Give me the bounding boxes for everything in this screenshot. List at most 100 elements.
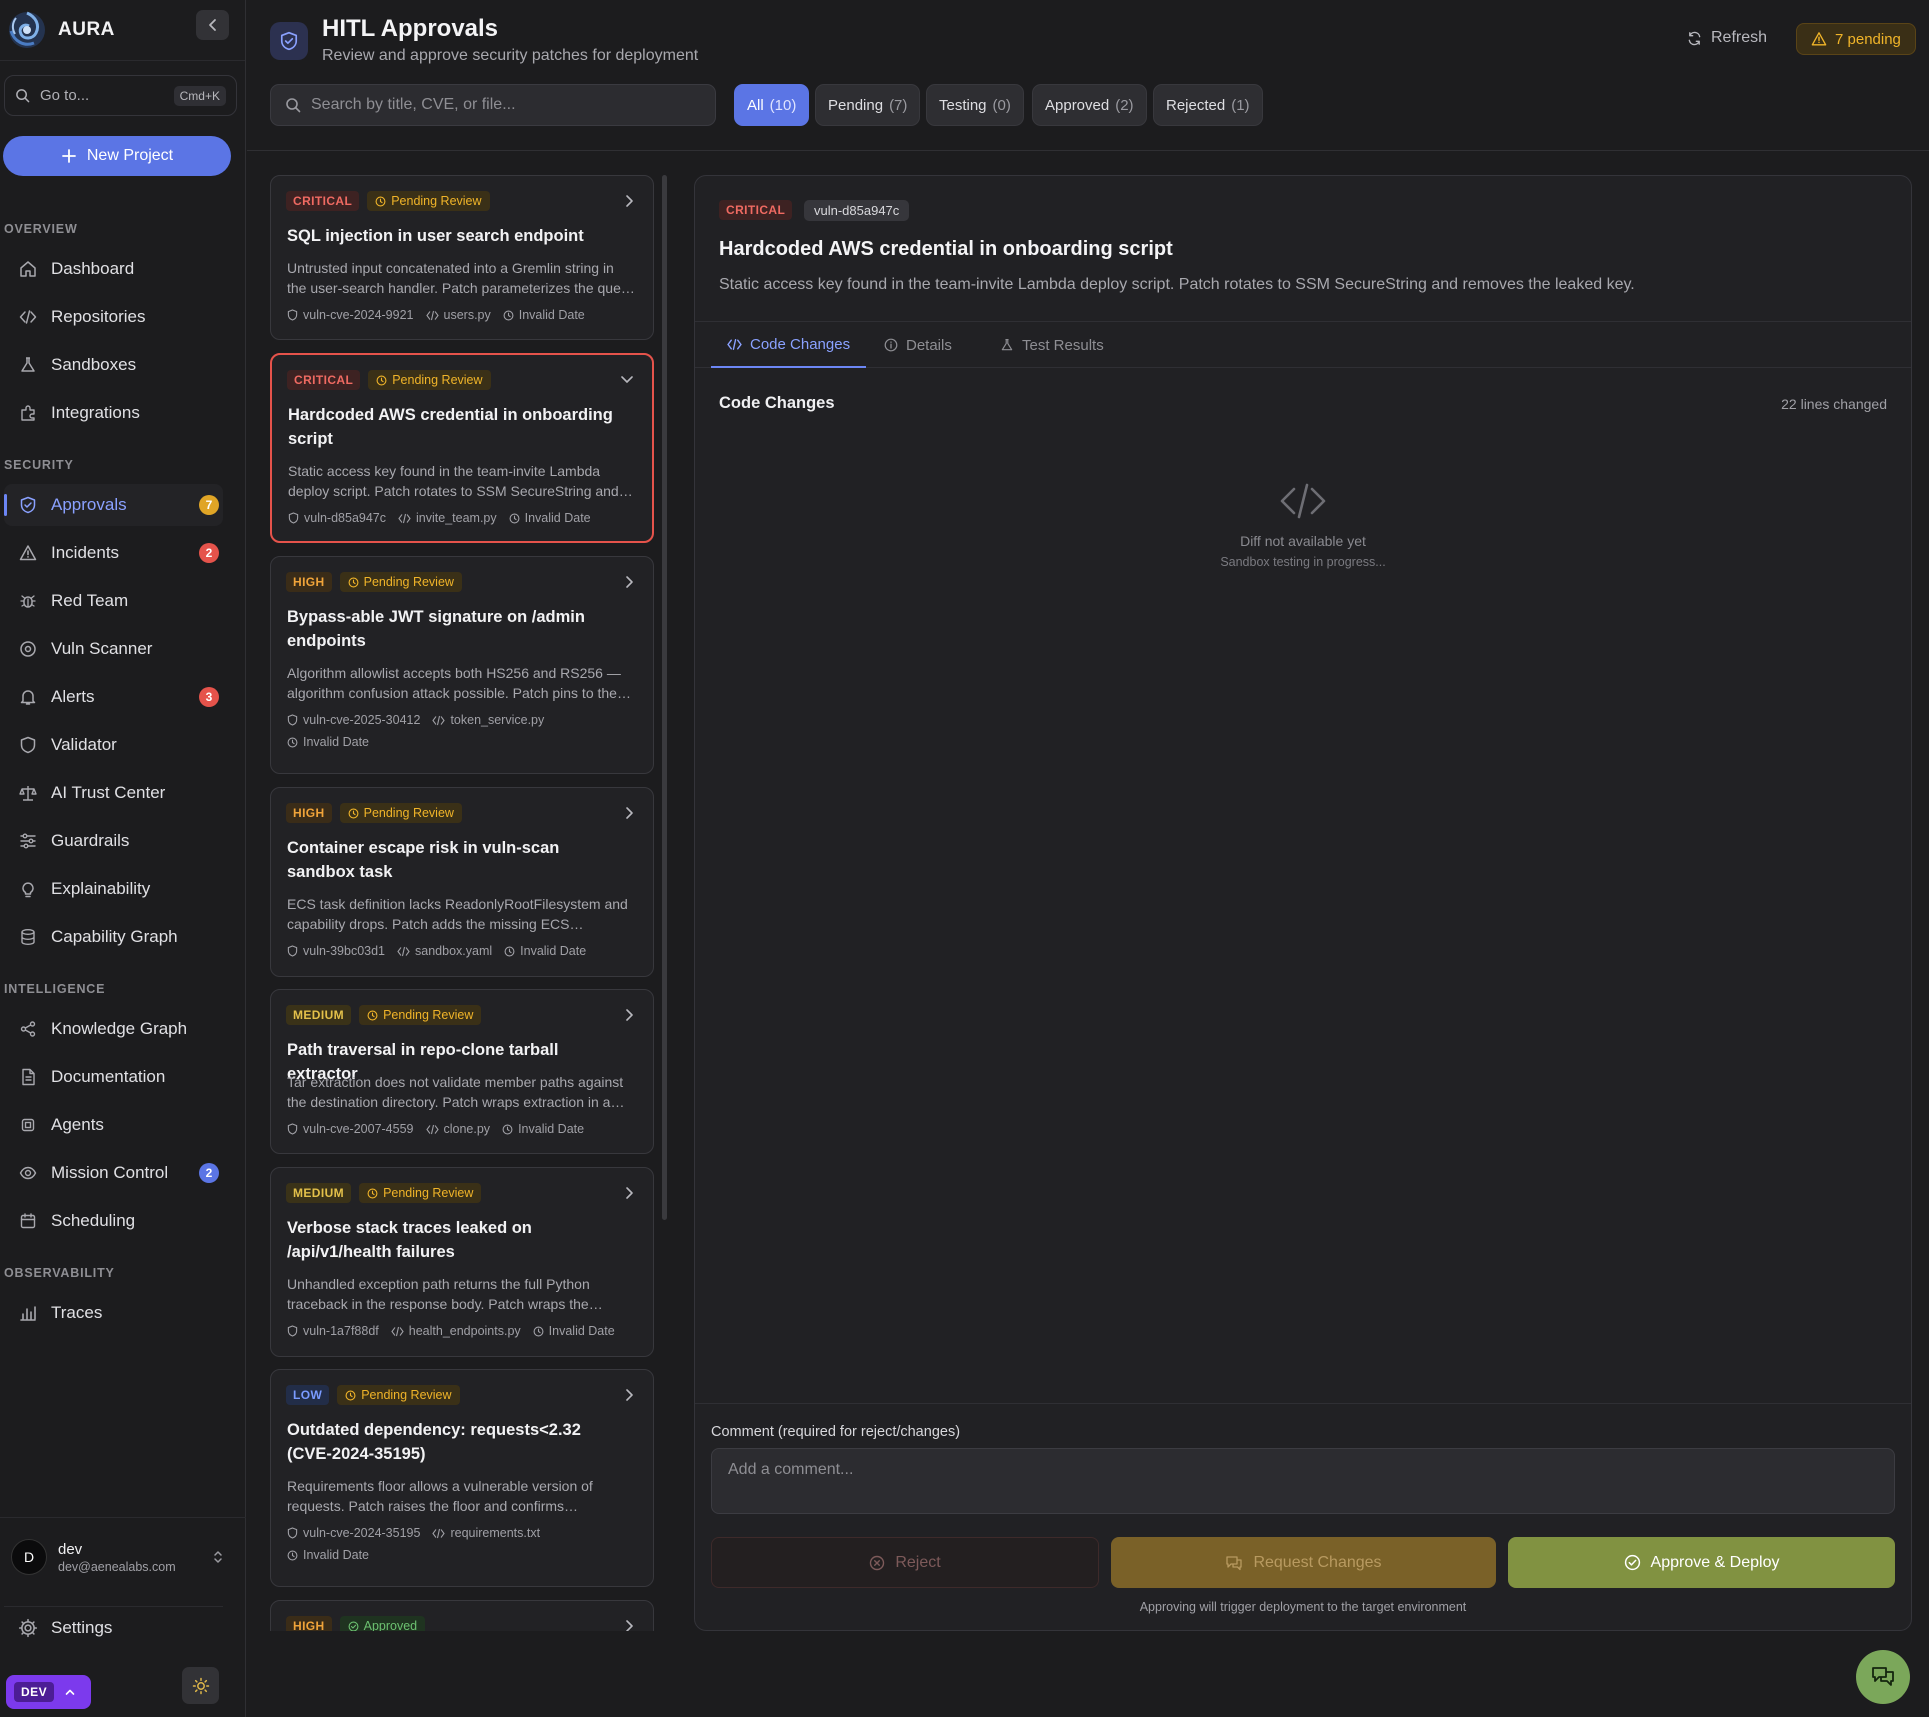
approval-card[interactable]: HIGH Pending Review Container escape ris… (270, 787, 654, 977)
tab-label: Details (906, 336, 952, 354)
chat-assistant-button[interactable] (1856, 1650, 1910, 1704)
approval-card[interactable]: MEDIUM Pending Review Verbose stack trac… (270, 1167, 654, 1357)
section-overview: OVERVIEW (4, 222, 78, 236)
goto-label: Go to... (40, 87, 90, 104)
sidebar-item-repositories[interactable]: Repositories (4, 296, 223, 338)
plus-icon (61, 149, 76, 163)
card-description: Untrusted input concatenated into a Grem… (287, 260, 633, 296)
status-badge: Pending Review (339, 572, 462, 592)
sidebar-item-validator[interactable]: Validator (4, 724, 223, 766)
filter-all[interactable]: All (10) (734, 84, 810, 126)
file-text-icon (22, 1068, 35, 1086)
sidebar-item-vuln-scanner[interactable]: Vuln Scanner (4, 628, 223, 670)
calendar-icon (20, 1213, 36, 1229)
diff-empty-state: Diff not available yet Sandbox testing i… (695, 481, 1911, 569)
filter-pending[interactable]: Pending (7) (815, 84, 921, 126)
new-project-button[interactable]: New Project (3, 136, 231, 176)
approval-card[interactable]: HIGH Pending Review Bypass-able JWT sign… (270, 556, 654, 774)
check-circle-icon (1624, 1554, 1640, 1571)
status-label: Pending Review (391, 194, 482, 208)
sidebar-item-ai-trust-center[interactable]: AI Trust Center (4, 772, 223, 814)
card-description: Unhandled exception path returns the ful… (287, 1276, 590, 1312)
approval-card[interactable]: LOW Pending Review Outdated dependency: … (270, 1369, 654, 1587)
environment-tag: DEV (14, 1682, 55, 1702)
sidebar-item-integrations[interactable]: Integrations (4, 392, 223, 434)
sidebar-item-agents[interactable]: Agents (4, 1104, 223, 1146)
refresh-button[interactable]: Refresh (1687, 29, 1767, 47)
settings-label: Settings (51, 1617, 113, 1637)
collapse-sidebar-button[interactable] (196, 10, 229, 40)
severity-badge: HIGH (286, 1616, 332, 1631)
sidebar-item-label: Integrations (51, 403, 140, 422)
sidebar-item-sandboxes[interactable]: Sandboxes (4, 344, 223, 386)
clock-icon (345, 1390, 356, 1400)
search-input[interactable] (311, 96, 691, 114)
sidebar-item-label: Knowledge Graph (51, 1019, 188, 1038)
card-description: Static access key found in the team-invi… (288, 463, 619, 499)
filter-testing[interactable]: Testing (0) (926, 84, 1024, 126)
reject-button[interactable]: Reject (711, 1537, 1099, 1588)
search-box (270, 84, 716, 126)
sidebar-item-knowledge-graph[interactable]: Knowledge Graph (4, 1008, 223, 1050)
tab-test-results[interactable]: Test Results (984, 322, 1120, 368)
filter-approved[interactable]: Approved (2) (1032, 84, 1147, 126)
list-scrollbar[interactable] (662, 175, 667, 1220)
status-badge: Approved (339, 1616, 426, 1631)
user-menu[interactable]: D dev dev@aenealabs.com (0, 1517, 246, 1596)
sidebar-item-documentation[interactable]: Documentation (4, 1056, 223, 1098)
tab-code-changes[interactable]: Code Changes (711, 322, 867, 368)
approval-card[interactable]: MEDIUM Pending Review Path traversal in … (270, 989, 654, 1154)
sidebar-item-label: Alerts (51, 687, 95, 706)
sidebar-item-explainability[interactable]: Explainability (4, 868, 223, 910)
detail-description: Static access key found in the team-invi… (719, 276, 1635, 293)
approval-card[interactable]: HIGH Approved (270, 1600, 654, 1631)
flask-icon (1001, 338, 1013, 351)
sidebar-item-settings[interactable]: Settings (4, 1606, 223, 1648)
file-name: token_service.py (450, 713, 545, 727)
chevron-up-down-icon (214, 1551, 222, 1563)
tab-label: Test Results (1022, 336, 1104, 354)
approval-card[interactable]: CRITICAL Pending Review SQL injection in… (270, 175, 654, 340)
environment-switcher[interactable]: DEV (6, 1675, 91, 1709)
lightbulb-icon (22, 882, 34, 898)
severity-badge: HIGH (286, 803, 332, 823)
sidebar-item-red-team[interactable]: Red Team (4, 580, 223, 622)
user-name: dev (58, 1540, 83, 1558)
bug-icon (20, 595, 36, 608)
sidebar-item-approvals[interactable]: Approvals 7 (4, 484, 223, 526)
approve-deploy-button[interactable]: Approve & Deploy (1508, 1537, 1895, 1588)
card-title: Outdated dependency: requests<2.32 (CVE-… (287, 1421, 581, 1463)
tab-details[interactable]: Details (868, 322, 968, 368)
approval-card-selected[interactable]: CRITICAL Pending Review Hardcoded AWS cr… (270, 353, 654, 543)
sidebar-item-capability-graph[interactable]: Capability Graph (4, 916, 223, 958)
request-changes-button[interactable]: Request Changes (1111, 1537, 1496, 1588)
sidebar-item-traces[interactable]: Traces (4, 1292, 223, 1334)
sidebar-item-label: AI Trust Center (51, 783, 166, 802)
theme-toggle-button[interactable] (182, 1667, 219, 1704)
shield-icon (287, 1527, 298, 1539)
sidebar-item-scheduling[interactable]: Scheduling (4, 1200, 223, 1242)
card-description: ECS task definition lacks ReadonlyRootFi… (287, 896, 628, 932)
card-description: Requirements floor allows a vulnerable v… (287, 1478, 593, 1514)
sidebar-item-label: Dashboard (51, 259, 135, 278)
page-title: HITL Approvals (322, 15, 499, 42)
sidebar-item-guardrails[interactable]: Guardrails (4, 820, 223, 862)
sidebar-item-incidents[interactable]: Incidents 2 (4, 532, 223, 574)
comment-input[interactable] (711, 1448, 1895, 1514)
goto-search[interactable]: Go to... Cmd+K (4, 75, 237, 116)
x-circle-icon (870, 1555, 885, 1570)
sidebar-item-dashboard[interactable]: Dashboard (4, 248, 223, 290)
sidebar-item-label: Capability Graph (51, 927, 178, 946)
code-icon (425, 310, 439, 320)
reject-label: Reject (895, 1553, 941, 1571)
status-badge: Pending Review (367, 191, 490, 211)
shield-icon (20, 736, 36, 754)
card-date: Invalid Date (524, 511, 591, 525)
sidebar-item-alerts[interactable]: Alerts 3 (4, 676, 223, 718)
detail-vuln-id: vuln-d85a947c (804, 200, 910, 221)
empty-title: Diff not available yet (1240, 533, 1366, 549)
filter-count: (2) (1115, 96, 1134, 114)
sidebar-item-mission-control[interactable]: Mission Control 2 (4, 1152, 223, 1194)
bell-icon (20, 690, 36, 705)
filter-rejected[interactable]: Rejected (1) (1153, 84, 1263, 126)
